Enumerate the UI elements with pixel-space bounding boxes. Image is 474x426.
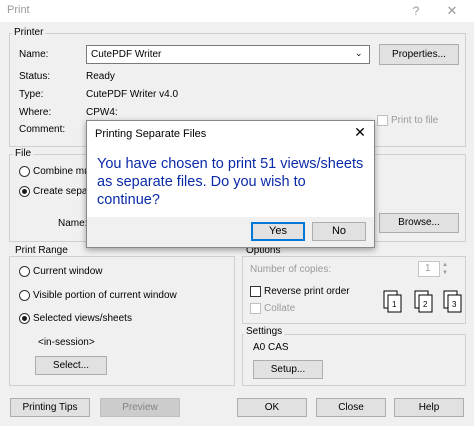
window-title: Print xyxy=(7,4,30,16)
page-stack-icon: 1 xyxy=(383,290,402,313)
page-stack-icon: 3 xyxy=(443,290,462,313)
current-window-label: Current window xyxy=(33,266,103,277)
printer-name-select[interactable]: CutePDF Writer ⌄ xyxy=(86,45,370,64)
radio-selected-dot xyxy=(22,316,27,321)
settings-value: A0 CAS xyxy=(253,342,289,353)
where-label: Where: xyxy=(19,107,52,118)
help-button[interactable]: Help xyxy=(394,398,464,417)
file-group-label: File xyxy=(13,148,34,159)
current-window-radio[interactable] xyxy=(19,266,30,277)
no-button[interactable]: No xyxy=(312,222,366,241)
comment-label: Comment: xyxy=(19,124,66,135)
close-icon[interactable]: ✕ xyxy=(351,124,369,140)
printer-name-label: Name: xyxy=(19,49,49,60)
help-icon[interactable]: ? xyxy=(404,2,428,20)
collate-checkbox[interactable] xyxy=(250,303,261,314)
status-label: Status: xyxy=(19,71,51,82)
title-bar xyxy=(0,0,474,22)
selected-views-radio[interactable] xyxy=(19,313,30,324)
ok-button[interactable]: OK xyxy=(237,398,307,417)
combine-radio[interactable] xyxy=(19,166,30,177)
where-value: CPW4: xyxy=(86,107,118,118)
printing-tips-button[interactable]: Printing Tips xyxy=(10,398,90,417)
setup-button[interactable]: Setup... xyxy=(253,360,323,379)
dialog-title: Printing Separate Files xyxy=(95,128,207,140)
svg-text:2: 2 xyxy=(423,300,428,309)
svg-text:1: 1 xyxy=(392,300,397,309)
visible-portion-label: Visible portion of current window xyxy=(33,290,177,301)
close-button[interactable]: Close xyxy=(316,398,386,417)
printer-name-value: CutePDF Writer xyxy=(91,49,162,60)
type-label: Type: xyxy=(19,89,44,100)
svg-text:3: 3 xyxy=(452,300,457,309)
visible-portion-radio[interactable] xyxy=(19,290,30,301)
type-value: CutePDF Writer v4.0 xyxy=(86,89,179,100)
print-to-file-label: Print to file xyxy=(391,115,439,126)
preview-button[interactable]: Preview xyxy=(100,398,180,417)
create-separate-radio[interactable] xyxy=(19,186,30,197)
printer-group-label: Printer xyxy=(12,27,46,38)
copies-value: 1 xyxy=(425,263,431,274)
copies-stepper[interactable]: 1 xyxy=(418,261,440,277)
chevron-down-icon: ⌄ xyxy=(355,48,363,58)
copies-label: Number of copies: xyxy=(250,264,332,275)
file-name-label: Name: xyxy=(58,218,88,229)
properties-button[interactable]: Properties... xyxy=(379,44,459,65)
spinner-arrows-icon[interactable]: ▲ ▼ xyxy=(442,261,448,277)
settings-group-label: Settings xyxy=(244,326,285,337)
dialog-message: You have chosen to print 51 views/sheets… xyxy=(97,156,364,208)
page-stack-icon: 2 xyxy=(414,290,433,313)
reverse-order-checkbox[interactable] xyxy=(250,286,261,297)
radio-selected-dot xyxy=(22,189,27,194)
print-range-group-label: Print Range xyxy=(13,245,70,256)
status-value: Ready xyxy=(86,71,115,82)
close-icon[interactable]: ✕ xyxy=(440,2,464,20)
reverse-order-label: Reverse print order xyxy=(264,286,350,297)
select-button[interactable]: Select... xyxy=(35,356,107,375)
browse-button[interactable]: Browse... xyxy=(379,213,459,233)
print-to-file-checkbox[interactable] xyxy=(377,115,388,126)
selected-views-label: Selected views/sheets xyxy=(33,313,132,324)
collate-label: Collate xyxy=(264,303,296,314)
in-session-label: <in-session> xyxy=(38,337,95,348)
separate-files-dialog: Printing Separate Files ✕ You have chose… xyxy=(86,120,375,248)
yes-button[interactable]: Yes xyxy=(251,222,305,241)
